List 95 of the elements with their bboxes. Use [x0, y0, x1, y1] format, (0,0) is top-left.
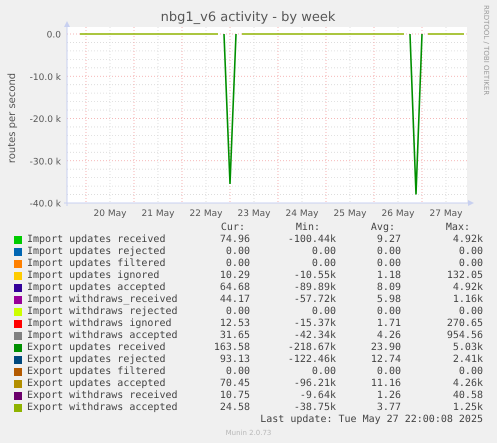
legend-label: Import updates accepted [27, 282, 166, 294]
legend-label: Import updates filtered [27, 258, 166, 270]
max-value: 1.25k [452, 402, 483, 414]
max-value: 132.05 [446, 270, 483, 282]
y-axis-title: routes per second [7, 72, 18, 164]
avg-value: 0.00 [376, 366, 402, 378]
cur-value: 0.00 [224, 366, 250, 378]
cur-value: 74.96 [218, 234, 250, 246]
max-value: 40.58 [452, 390, 483, 402]
cur-value: 93.13 [218, 354, 250, 366]
column-header: Avg: [370, 222, 396, 234]
min-value: -218.67k [286, 342, 336, 354]
y-tick-label: -20.0 k [30, 115, 61, 125]
legend-label: Import updates ignored [27, 270, 160, 282]
max-value: 0.00 [458, 306, 483, 318]
avg-value: 0.00 [376, 306, 402, 318]
avg-value: 5.98 [376, 294, 402, 306]
legend-label: Import withdraws ignored [27, 318, 172, 330]
avg-value: 11.16 [370, 378, 402, 390]
min-value: 0.00 [310, 366, 336, 378]
y-tick-label: -10.0 k [30, 72, 61, 83]
cur-value: 44.17 [218, 294, 250, 306]
x-tick-label: 24 May [286, 209, 318, 219]
min-value: -42.34k [292, 330, 336, 342]
min-value: -10.55k [292, 270, 336, 282]
min-value: -96.21k [292, 378, 336, 390]
avg-value: 23.90 [370, 342, 402, 354]
avg-value: 0.00 [376, 246, 402, 258]
avg-value: 1.26 [376, 390, 402, 402]
column-header: Max: [444, 222, 471, 234]
cur-value: 12.53 [218, 318, 250, 330]
chart-title: nbg1_v6 activity - by week [160, 10, 336, 25]
max-value: 0.00 [458, 258, 483, 270]
legend-label: Export withdraws received [27, 390, 179, 402]
max-value: 1.16k [452, 294, 483, 306]
avg-value: 1.18 [376, 270, 402, 282]
x-tick-label: 27 May [430, 209, 462, 219]
avg-value: 8.09 [376, 282, 402, 294]
cur-value: 64.68 [218, 282, 250, 294]
cur-value: 31.65 [218, 330, 250, 342]
avg-value: 4.26 [376, 330, 402, 342]
cur-value: 70.45 [218, 378, 250, 390]
min-value: 0.00 [310, 306, 336, 318]
min-value: 0.00 [310, 246, 336, 258]
min-value: -15.37k [292, 318, 336, 330]
legend-label: Import withdraws_received [27, 294, 179, 306]
avg-value: 12.74 [370, 354, 402, 366]
legend-label: Export updates rejected [27, 354, 166, 366]
legend-label: Export updates accepted [27, 378, 166, 390]
max-value: 270.65 [446, 318, 483, 330]
x-tick-label: 22 May [190, 209, 222, 219]
min-value: -89.89k [292, 282, 336, 294]
max-value: 954.56 [446, 330, 483, 342]
max-value: 5.03k [452, 342, 483, 354]
legend-label: Export updates received [27, 342, 166, 354]
x-tick-label: 21 May [142, 209, 174, 219]
max-value: 2.41k [452, 354, 483, 366]
x-tick-label: 23 May [238, 209, 270, 219]
avg-value: 3.77 [376, 402, 402, 414]
cur-value: 10.29 [218, 270, 250, 282]
column-header: Min: [294, 222, 321, 234]
legend-label: Import withdraws rejected [27, 306, 179, 318]
min-value: -38.75k [292, 402, 336, 414]
max-value: 0.00 [458, 246, 483, 258]
avg-value: 1.71 [376, 318, 402, 330]
y-tick-label: 0.0 [46, 30, 61, 40]
legend-label: Import updates received [27, 234, 166, 246]
max-value: 4.92k [452, 282, 483, 294]
x-tick-label: 20 May [94, 209, 126, 219]
max-value: 0.00 [458, 366, 483, 378]
cur-value: 0.00 [224, 258, 250, 270]
y-tick-label: -30.0 k [30, 157, 61, 168]
legend-label: Import withdraws accepted [27, 330, 179, 342]
min-value: -100.44k [286, 234, 336, 246]
max-value: 4.92k [452, 234, 483, 246]
max-value: 4.26k [452, 378, 483, 390]
cur-value: 24.58 [218, 402, 250, 414]
avg-value: 9.27 [376, 234, 402, 246]
legend-label: Export updates filtered [27, 366, 166, 378]
min-value: -122.46k [286, 354, 336, 366]
cur-value: 163.58 [212, 342, 250, 354]
cur-value: 0.00 [224, 306, 250, 318]
y-tick-label: -40.0 k [30, 200, 61, 210]
avg-value: 0.00 [376, 258, 402, 270]
column-header: Cur: [220, 222, 246, 234]
cur-value: 10.75 [218, 390, 250, 402]
min-value: -57.72k [292, 294, 336, 306]
legend-label: Import updates rejected [27, 246, 166, 258]
min-value: -9.64k [298, 390, 336, 402]
last-update-text: Last update: Tue May 27 22:00:08 2025 [260, 414, 483, 426]
cur-value: 0.00 [224, 246, 250, 258]
min-value: 0.00 [310, 258, 336, 270]
legend-label: Export withdraws accepted [27, 402, 179, 414]
x-tick-label: 25 May [334, 209, 366, 219]
x-tick-label: 26 May [382, 209, 414, 219]
